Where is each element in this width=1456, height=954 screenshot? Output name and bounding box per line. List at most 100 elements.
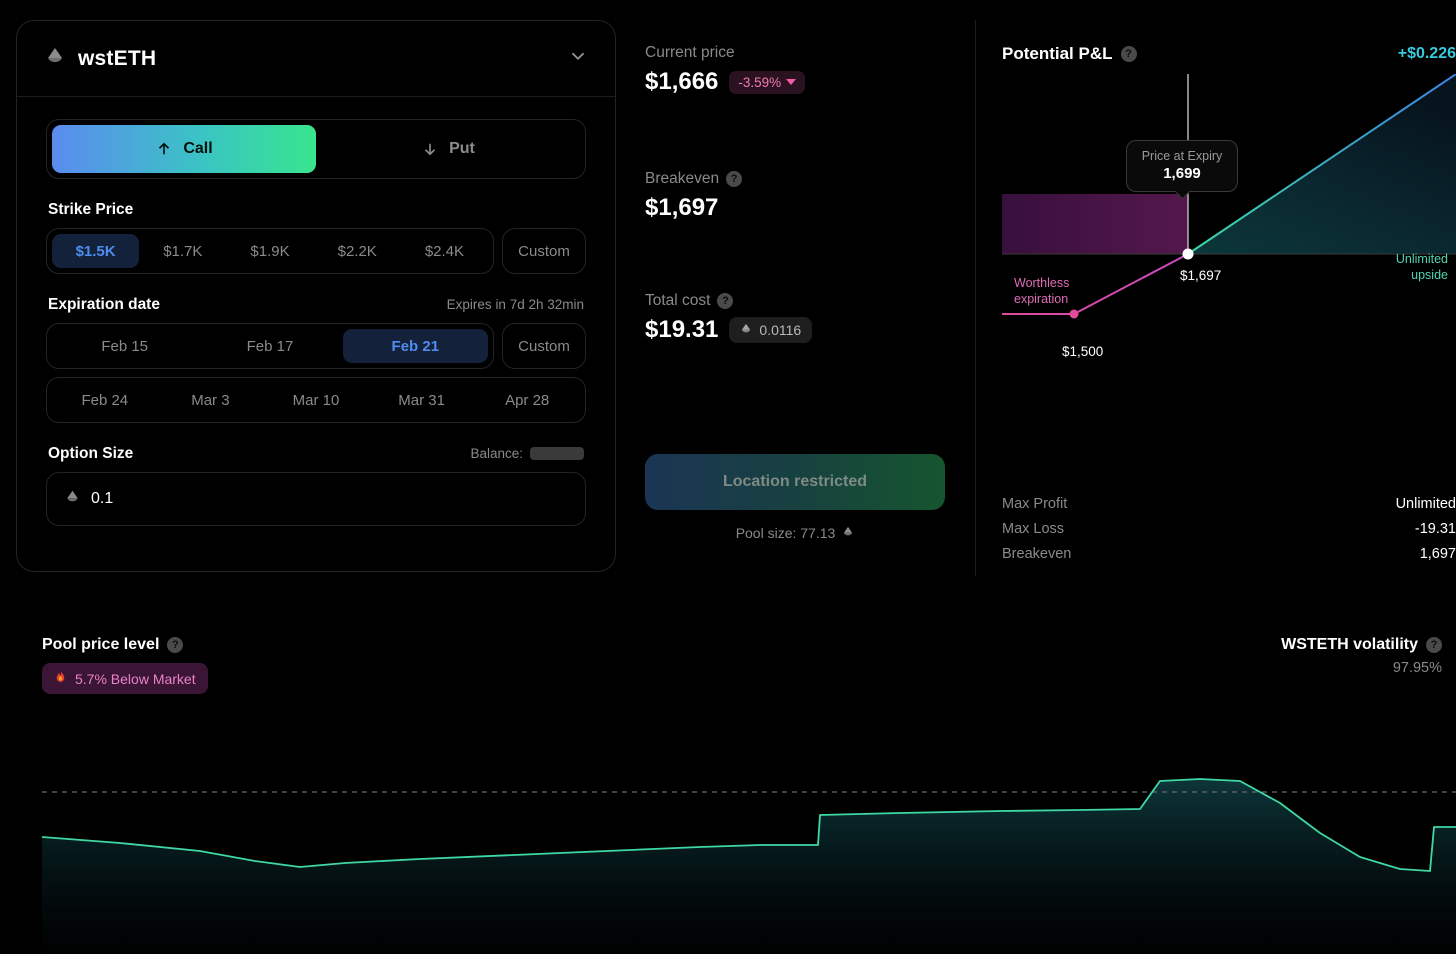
current-price-value: $1,666 (645, 68, 719, 95)
stat-row: Breakeven 1,697 (1002, 542, 1456, 567)
expiration-date-label: Expiration date (48, 296, 160, 313)
expiry-custom-button[interactable]: Custom (502, 323, 586, 369)
stat-value: Unlimited (1395, 496, 1456, 512)
pnl-title: Potential P&L ? (1002, 44, 1137, 64)
lido-droplet-icon (65, 490, 80, 508)
stat-key: Breakeven (1002, 546, 1072, 562)
expiry-row-1: Feb 15 Feb 17 Feb 21 Custom (46, 323, 586, 369)
strike-price-label: Strike Price (48, 201, 134, 218)
expiry-option[interactable]: Mar 3 (158, 383, 264, 417)
quote-column: Current price $1,666 -3.59% Breakeven ? … (645, 44, 945, 541)
lido-droplet-icon (842, 526, 854, 541)
pool-level-badge-text: 5.7% Below Market (75, 670, 196, 687)
option-size-label: Option Size (48, 445, 134, 462)
expiry-option[interactable]: Mar 10 (263, 383, 369, 417)
breakeven-label-text: Breakeven (645, 170, 720, 187)
asset-header[interactable]: wstETH (17, 21, 615, 97)
lido-droplet-icon (45, 47, 65, 71)
volatility-title: WSTETH volatility ? (1281, 636, 1442, 654)
expiry-option[interactable]: Feb 21 (342, 329, 488, 363)
expiry-countdown: Expires in 7d 2h 32min (446, 297, 584, 312)
volatility-header: WSTETH volatility ? 97.95% (1281, 636, 1442, 676)
option-size-value: 0.1 (91, 490, 114, 507)
strike-custom-button[interactable]: Custom (502, 228, 586, 274)
put-label: Put (449, 140, 475, 157)
expiry-option[interactable]: Feb 17 (197, 329, 342, 363)
pool-price-chart[interactable] (0, 760, 1456, 954)
breakeven-label: Breakeven ? (645, 170, 945, 188)
strike-option[interactable]: $1.9K (226, 234, 313, 268)
pool-size-text: Pool size: 77.13 (735, 525, 836, 541)
volatility-title-text: WSTETH volatility (1281, 636, 1418, 653)
breakeven-marker-dot (1182, 248, 1194, 260)
expiry-option[interactable]: Feb 24 (52, 383, 158, 417)
triangle-down-icon (786, 79, 797, 85)
pnl-value: +$0.226 (1397, 45, 1456, 62)
strike-price-row: $1.5K $1.7K $1.9K $2.2K $2.4K Custom (46, 228, 586, 274)
pool-level-badge: 5.7% Below Market (42, 663, 208, 694)
price-change-value: -3.59% (738, 74, 782, 90)
strike-option[interactable]: $2.2K (314, 234, 401, 268)
option-builder-card: wstETH Call Put Strike Price $1.5K $1.7K… (16, 20, 616, 572)
expiry-option[interactable]: Mar 31 (369, 383, 475, 417)
submit-button[interactable]: Location restricted (645, 454, 945, 510)
stat-value: -19.31 (1414, 521, 1456, 537)
help-icon[interactable]: ? (726, 171, 743, 187)
balance-loading-placeholder (530, 447, 584, 460)
strike-option[interactable]: $1.5K (52, 234, 140, 268)
direction-toggle: Call Put (46, 119, 586, 179)
help-icon[interactable]: ? (1120, 46, 1137, 62)
pool-price-level-title: Pool price level ? (42, 636, 208, 654)
call-label: Call (183, 140, 213, 157)
total-cost-label: Total cost ? (645, 292, 945, 310)
asset-name: wstETH (78, 46, 157, 70)
fire-icon (54, 669, 67, 688)
expiry-options-group-1: Feb 15 Feb 17 Feb 21 (46, 323, 494, 369)
strike-option[interactable]: $1.7K (139, 234, 226, 268)
pool-price-level-title-text: Pool price level (42, 636, 160, 653)
expiry-option[interactable]: Feb 15 (52, 329, 197, 363)
total-cost-eth-chip: 0.0116 (729, 317, 813, 343)
pnl-stats: Max Profit Unlimited Max Loss -19.31 Bre… (1002, 492, 1456, 567)
strike-options-group: $1.5K $1.7K $1.9K $2.2K $2.4K (46, 228, 494, 274)
total-cost-eth-value: 0.0116 (759, 322, 802, 338)
put-option-button[interactable]: Put (316, 125, 580, 173)
strike-marker-dot (1069, 309, 1079, 319)
current-price-row: $1,666 -3.59% (645, 68, 945, 96)
size-section-header: Option Size Balance: (48, 445, 584, 463)
strike-marker-label: $1,500 (1062, 344, 1104, 359)
help-icon[interactable]: ? (717, 293, 734, 309)
payoff-chart[interactable]: Price at Expiry 1,699 $1,500 $1,697 Wort… (1002, 73, 1456, 474)
pnl-title-text: Potential P&L (1002, 44, 1113, 63)
balance-readout: Balance: (470, 446, 584, 461)
price-change-badge: -3.59% (729, 70, 806, 94)
chevron-down-icon[interactable] (567, 45, 589, 72)
options-trading-screen: wstETH Call Put Strike Price $1.5K $1.7K… (0, 0, 1456, 954)
pool-size-readout: Pool size: 77.13 (645, 525, 945, 541)
worthless-expiration-label: Worthless expiration (1014, 276, 1070, 306)
strike-option[interactable]: $2.4K (401, 234, 488, 268)
stat-value: 1,697 (1419, 546, 1456, 562)
tooltip-label: Price at Expiry (1141, 149, 1223, 163)
option-size-input[interactable]: 0.1 (46, 472, 586, 526)
balance-label: Balance: (470, 446, 523, 461)
expiry-section-header: Expiration date Expires in 7d 2h 32min (48, 296, 584, 314)
help-icon[interactable]: ? (167, 637, 184, 653)
lido-droplet-icon (740, 323, 752, 338)
total-cost-label-text: Total cost (645, 292, 711, 309)
pool-price-level-header: Pool price level ? 5.7% Below Market (42, 636, 208, 694)
total-cost-value: $19.31 (645, 316, 719, 343)
pnl-panel: Potential P&L ? +$0.226 Price at Expiry … (1002, 44, 1456, 474)
strike-section-header: Strike Price (48, 201, 584, 219)
help-icon[interactable]: ? (1426, 637, 1442, 653)
stat-key: Max Profit (1002, 496, 1068, 512)
unlimited-upside-label: Unlimited upside (1395, 252, 1448, 282)
pnl-header: Potential P&L ? +$0.226 (1002, 44, 1456, 64)
stat-key: Max Loss (1002, 521, 1065, 537)
column-divider (975, 20, 976, 576)
breakeven-value: $1,697 (645, 194, 719, 221)
expiry-option[interactable]: Apr 28 (474, 383, 580, 417)
stat-row: Max Loss -19.31 (1002, 517, 1456, 542)
expiry-row-2: Feb 24 Mar 3 Mar 10 Mar 31 Apr 28 (46, 377, 586, 423)
call-option-button[interactable]: Call (52, 125, 316, 173)
